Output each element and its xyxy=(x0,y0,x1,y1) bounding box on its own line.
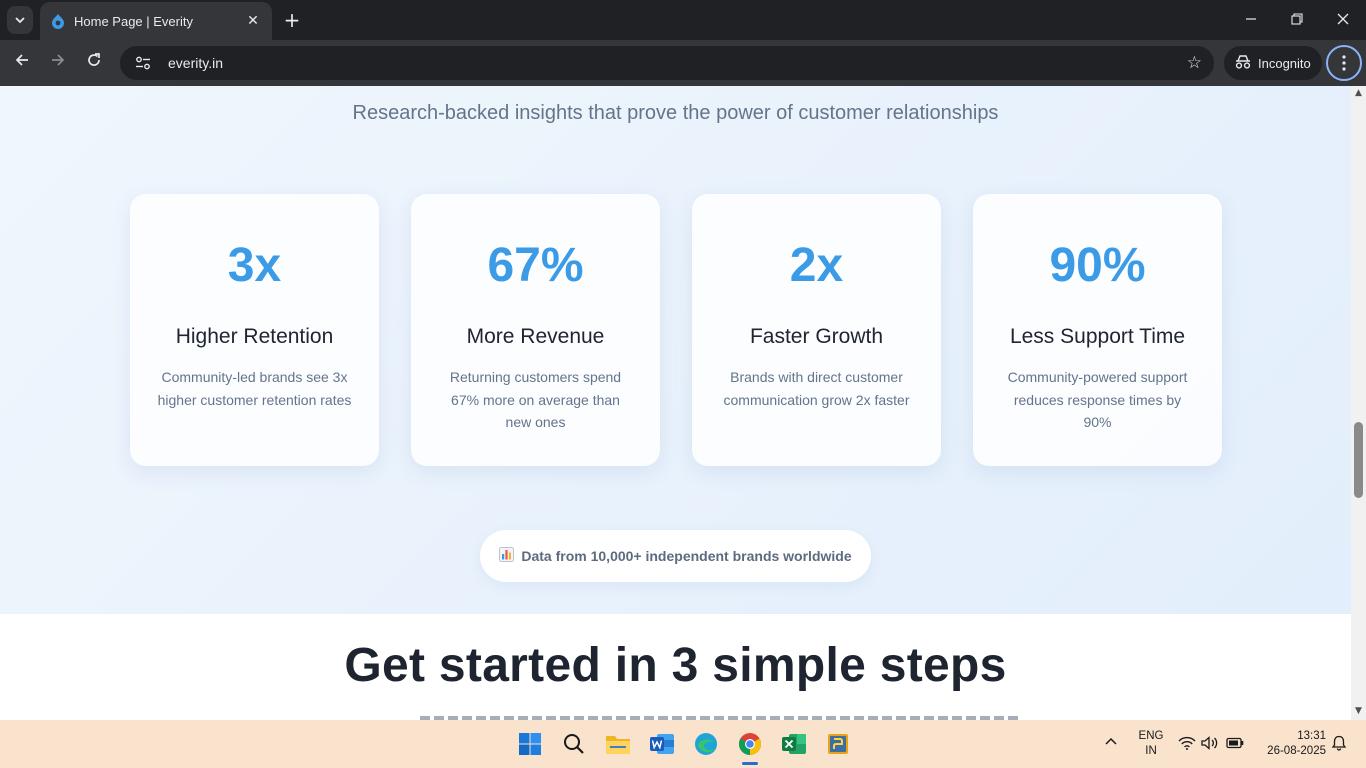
back-arrow-icon[interactable] xyxy=(10,51,34,75)
data-source-text: Data from 10,000+ independent brands wor… xyxy=(521,548,852,564)
stat-value: 2x xyxy=(789,239,844,292)
language-code: ENG xyxy=(1138,730,1164,742)
stat-title: Faster Growth xyxy=(749,325,884,348)
stat-card-retention: 3x Higher Retention Community-led brands… xyxy=(130,194,379,466)
windows-start-icon[interactable] xyxy=(514,728,546,760)
python-idle-icon[interactable] xyxy=(822,728,854,760)
volume-icon[interactable] xyxy=(1201,735,1219,751)
stat-card-growth: 2x Faster Growth Brands with direct cust… xyxy=(692,194,941,466)
scroll-down-arrow-icon[interactable]: ▼ xyxy=(1354,706,1363,716)
browser-toolbar: everity.in ☆ Incognito xyxy=(0,40,1366,86)
show-hidden-icons-chevron-icon[interactable] xyxy=(1103,734,1119,750)
page-viewport: Research-backed insights that prove the … xyxy=(0,86,1351,720)
google-chrome-icon[interactable] xyxy=(734,728,766,760)
browser-tab-bar: Home Page | Everity ✕ + xyxy=(0,0,1366,40)
stats-section: Research-backed insights that prove the … xyxy=(0,86,1351,614)
active-app-indicator xyxy=(742,762,758,765)
section-subtitle: Research-backed insights that prove the … xyxy=(352,102,999,124)
stat-description: Returning customers spend 67% more on av… xyxy=(449,369,622,430)
tab-title: Home Page | Everity xyxy=(74,13,193,29)
microsoft-word-icon[interactable] xyxy=(646,728,678,760)
microsoft-edge-icon[interactable] xyxy=(690,728,722,760)
system-clock[interactable]: 13:31 26-08-2025 xyxy=(1256,729,1326,759)
close-window-icon[interactable] xyxy=(1328,8,1358,32)
language-region: IN xyxy=(1145,745,1157,757)
stat-value: 67% xyxy=(487,239,584,292)
new-tab-plus-icon[interactable]: + xyxy=(280,8,304,32)
data-source-badge: Data from 10,000+ independent brands wor… xyxy=(480,530,871,582)
stat-title: Less Support Time xyxy=(1009,325,1186,348)
clock-time: 13:31 xyxy=(1297,730,1326,742)
chrome-menu-kebab-icon[interactable] xyxy=(1326,45,1362,81)
stat-title: More Revenue xyxy=(466,325,605,348)
tab-search-chevron-icon[interactable] xyxy=(7,6,33,34)
url-text[interactable]: everity.in xyxy=(168,55,1187,71)
drupal-favicon-icon xyxy=(50,13,66,29)
bookmark-star-icon[interactable]: ☆ xyxy=(1187,53,1202,73)
stat-description: Brands with direct customer communicatio… xyxy=(723,369,910,408)
stat-title: Higher Retention xyxy=(175,325,334,348)
windows-taskbar: ENG IN 13:31 26-08-2025 xyxy=(0,720,1366,768)
battery-icon[interactable] xyxy=(1226,735,1244,751)
minimize-icon[interactable] xyxy=(1236,8,1266,32)
stat-value: 3x xyxy=(227,239,282,292)
scroll-up-arrow-icon[interactable]: ▲ xyxy=(1354,88,1363,98)
restore-icon[interactable] xyxy=(1282,8,1312,32)
tab-close-icon[interactable]: ✕ xyxy=(244,13,262,29)
site-info-tune-icon[interactable] xyxy=(132,52,154,74)
search-icon[interactable] xyxy=(558,728,590,760)
microsoft-excel-icon[interactable] xyxy=(778,728,810,760)
stat-description: Community-led brands see 3x higher custo… xyxy=(157,369,352,408)
stat-card-support: 90% Less Support Time Community-powered … xyxy=(973,194,1222,466)
stat-card-revenue: 67% More Revenue Returning customers spe… xyxy=(411,194,660,466)
notification-bell-icon[interactable] xyxy=(1331,735,1347,751)
input-language-indicator[interactable]: ENG IN xyxy=(1134,729,1168,759)
file-explorer-icon[interactable] xyxy=(602,728,634,760)
incognito-indicator[interactable]: Incognito xyxy=(1224,46,1322,80)
stat-description: Community-powered support reduces respon… xyxy=(1007,369,1188,430)
wifi-icon[interactable] xyxy=(1178,735,1196,751)
stat-value: 90% xyxy=(1049,239,1146,292)
forward-arrow-icon[interactable] xyxy=(46,51,70,75)
scrollbar-thumb[interactable] xyxy=(1354,422,1363,498)
bar-chart-icon xyxy=(499,546,515,566)
incognito-label: Incognito xyxy=(1258,55,1311,71)
incognito-icon xyxy=(1234,54,1252,73)
clock-date: 26-08-2025 xyxy=(1267,745,1326,757)
address-bar[interactable]: everity.in ☆ xyxy=(120,46,1214,80)
cut-off-text-line xyxy=(420,712,1020,720)
tab-home-page[interactable]: Home Page | Everity ✕ xyxy=(40,2,272,40)
reload-icon[interactable] xyxy=(82,51,106,75)
page-scrollbar[interactable]: ▲ ▼ xyxy=(1351,86,1366,720)
steps-heading: Get started in 3 simple steps xyxy=(344,639,1007,692)
